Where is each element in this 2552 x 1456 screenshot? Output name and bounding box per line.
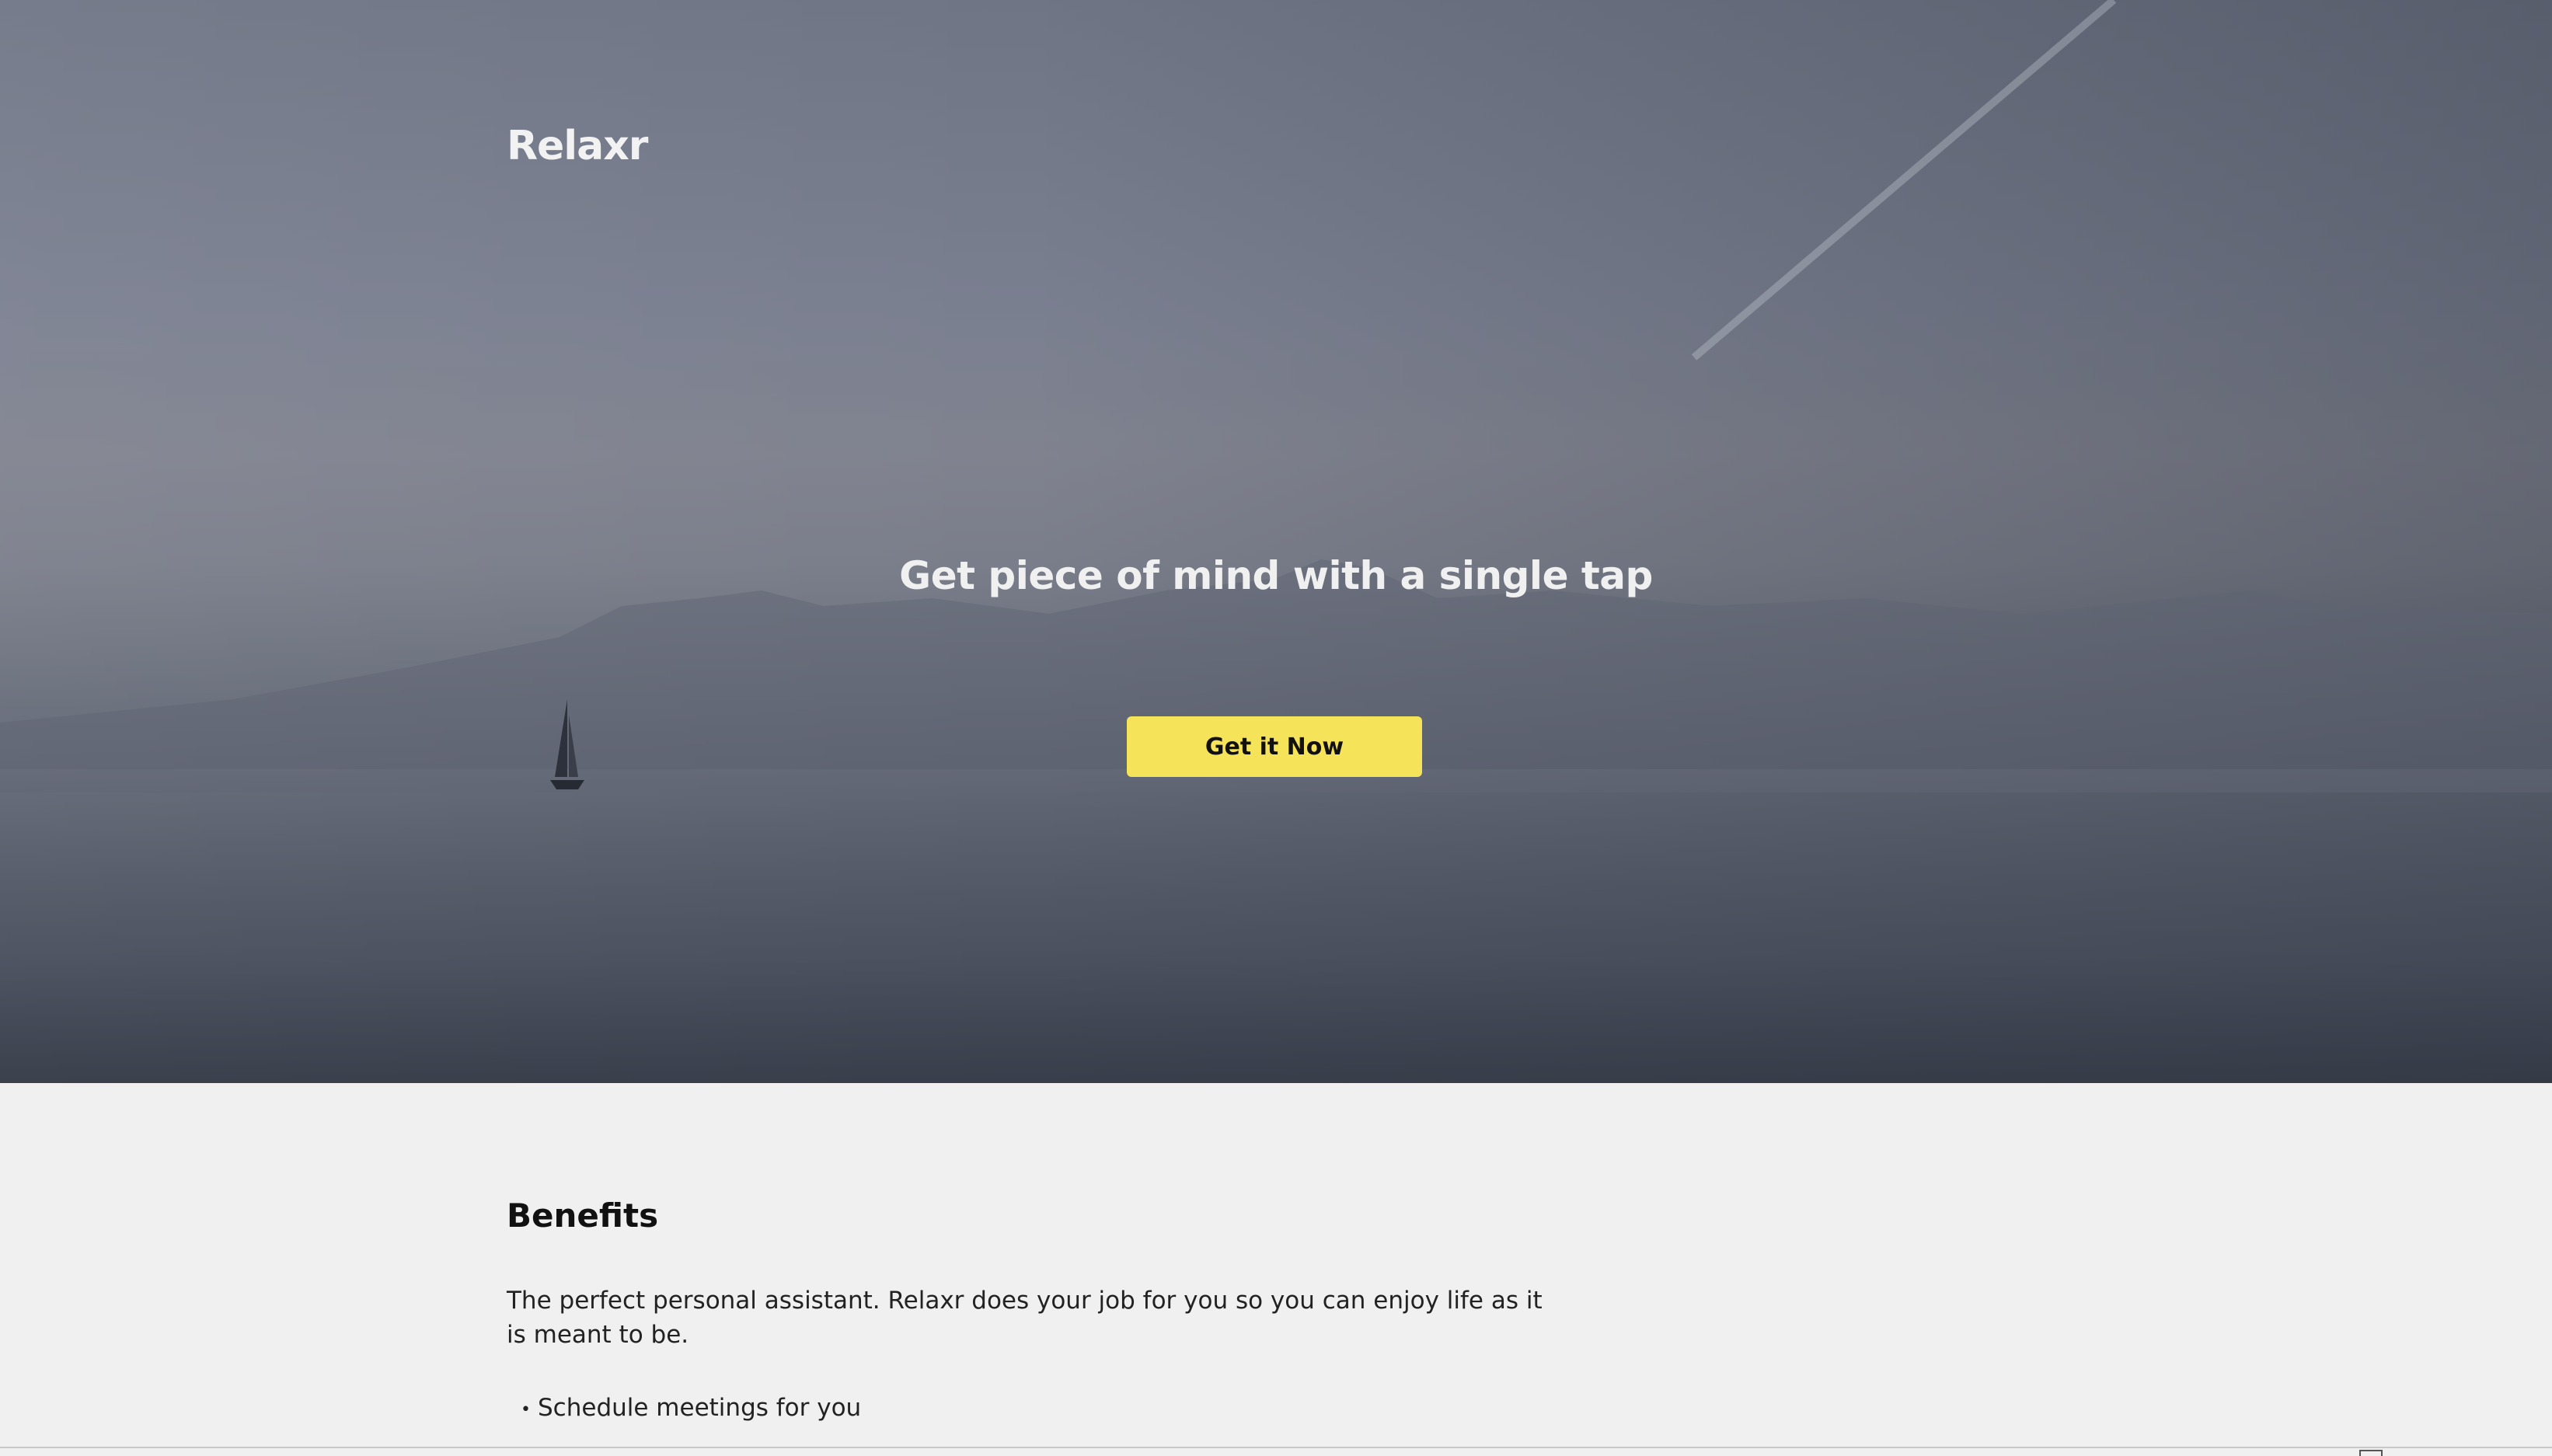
viewport-bottom-divider [0, 1447, 2552, 1448]
scroll-indicator-icon[interactable] [2359, 1450, 2383, 1456]
benefits-list: Schedule meetings for you [507, 1394, 861, 1426]
sea-surface [0, 769, 2552, 1083]
benefits-description: The perfect personal assistant. Relaxr d… [507, 1287, 1543, 1349]
brand-logo[interactable]: Relaxr [507, 123, 648, 169]
list-item: Schedule meetings for you [507, 1394, 861, 1426]
benefits-heading: Benefits [507, 1196, 659, 1235]
get-it-now-button[interactable]: Get it Now [1127, 716, 1422, 777]
sailboat-icon [550, 699, 584, 789]
sky-contrail [1691, 0, 2117, 361]
benefits-section: Benefits The perfect personal assistant.… [507, 1196, 1595, 1426]
hero-headline: Get piece of mind with a single tap [899, 553, 1653, 598]
hero-section: Relaxr Get piece of mind with a single t… [0, 0, 2552, 1083]
